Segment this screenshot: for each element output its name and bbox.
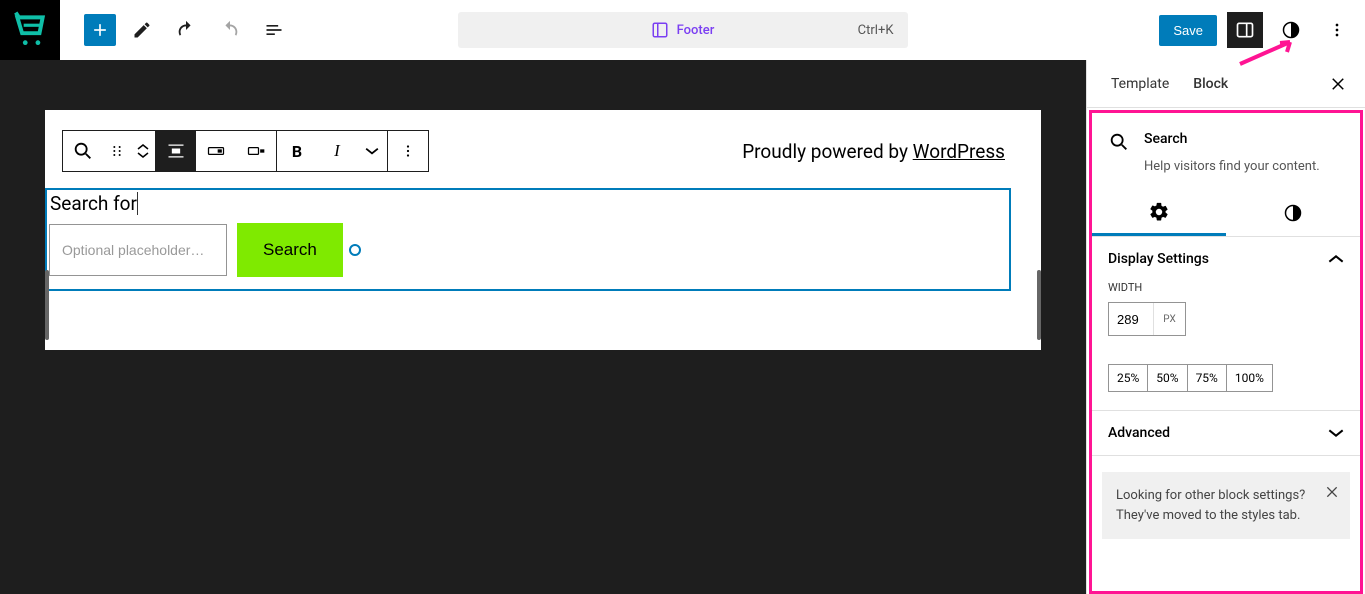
list-view-button[interactable] [256,12,292,48]
italic-icon: I [334,141,340,161]
search-icon [1108,131,1130,153]
bold-icon: B [292,142,302,161]
button-inside-icon [206,141,226,161]
options-button[interactable] [1319,12,1355,48]
width-input[interactable] [1109,303,1153,335]
notice-text: Looking for other block settings? They'v… [1116,488,1305,523]
drag-handle[interactable] [103,131,131,171]
chevron-down-icon [365,144,379,158]
tab-template[interactable]: Template [1099,60,1181,107]
width-resize-handle[interactable] [349,244,361,256]
search-block[interactable]: Search for Search [45,188,1011,291]
more-vertical-icon [399,142,417,160]
align-default-icon [166,141,186,161]
button-outside-icon [246,141,266,161]
subtab-styles[interactable] [1226,190,1360,236]
search-icon [72,140,94,162]
settings-sidebar: Template Block Search Help visitors find… [1086,60,1365,594]
redo-button[interactable] [212,12,248,48]
search-placeholder-input[interactable] [49,224,227,276]
toolbar-right: Save [1159,12,1355,48]
more-format-button[interactable] [357,131,387,171]
resize-handle-right[interactable] [1037,270,1041,340]
block-type-button[interactable] [63,131,103,171]
panel-advanced: Advanced [1092,411,1360,456]
save-button[interactable]: Save [1159,15,1217,46]
search-label-input[interactable]: Search for [49,192,138,215]
italic-button[interactable]: I [317,131,357,171]
add-block-button[interactable] [84,14,116,46]
chevron-up-icon [137,143,149,151]
page-content: B I Proudly powered by WordPress Search … [45,110,1041,350]
layout-icon [651,21,669,39]
chevron-down-icon [137,151,149,159]
pencil-icon [132,20,152,40]
panel-display-settings: Display Settings Width PX 25% 50% 75% 10… [1092,237,1360,411]
button-outside-button[interactable] [236,131,276,171]
block-description: Help visitors find your content. [1144,159,1344,174]
wordpress-link[interactable]: WordPress [913,140,1005,163]
panel-toggle-advanced[interactable]: Advanced [1092,411,1360,455]
search-submit-button[interactable]: Search [237,223,343,277]
tab-block[interactable]: Block [1181,60,1240,107]
preset-25[interactable]: 25% [1108,364,1148,392]
bold-button[interactable]: B [277,131,317,171]
cart-logo-icon [11,11,49,49]
undo-button[interactable] [168,12,204,48]
sidebar-icon [1235,20,1255,40]
notice-dismiss[interactable] [1324,484,1340,500]
plus-icon [90,20,110,40]
align-none-button[interactable] [156,131,196,171]
editor-canvas[interactable]: B I Proudly powered by WordPress Search … [0,60,1086,594]
block-info: Search Help visitors find your content. [1092,113,1360,190]
undo-icon [175,19,197,41]
chevron-down-icon [1328,425,1344,441]
settings-subtabs [1092,190,1360,237]
block-toolbar: B I [62,130,429,172]
panel-title-advanced: Advanced [1108,425,1328,441]
gear-icon [1148,201,1170,223]
block-options-button[interactable] [388,131,428,171]
more-vertical-icon [1327,20,1347,40]
panel-title-display: Display Settings [1108,251,1328,267]
panel-toggle-display[interactable]: Display Settings [1092,237,1360,281]
drag-icon [109,143,125,159]
redo-icon [219,19,241,41]
button-inside-button[interactable] [196,131,236,171]
shortcut-hint: Ctrl+K [858,23,894,38]
document-title: Footer [677,23,715,38]
powered-prefix: Proudly powered by [742,140,912,163]
width-label: Width [1108,281,1344,294]
resize-handle-left[interactable] [45,270,49,340]
close-sidebar-button[interactable] [1323,69,1353,99]
contrast-icon [1283,203,1303,223]
sidebar-tabs: Template Block [1087,60,1365,108]
styles-toggle[interactable] [1273,12,1309,48]
top-toolbar: Footer Ctrl+K Save [0,0,1365,60]
document-title-bar[interactable]: Footer Ctrl+K [458,12,908,48]
styles-notice: Looking for other block settings? They'v… [1102,472,1350,539]
subtab-settings[interactable] [1092,190,1226,236]
close-icon [1324,484,1340,500]
toolbar-left [84,12,292,48]
settings-sidebar-toggle[interactable] [1227,12,1263,48]
preset-100[interactable]: 100% [1227,364,1273,392]
close-icon [1329,75,1347,93]
tools-button[interactable] [124,12,160,48]
contrast-icon [1281,20,1301,40]
move-arrows[interactable] [131,131,155,171]
width-control: PX [1108,302,1186,336]
width-presets: 25% 50% 75% 100% [1108,364,1344,392]
preset-75[interactable]: 75% [1188,364,1227,392]
width-unit[interactable]: PX [1153,303,1185,335]
preset-50[interactable]: 50% [1148,364,1187,392]
block-name: Search [1144,131,1187,147]
powered-by-text: Proudly powered by WordPress [742,140,1005,163]
site-logo[interactable] [0,0,60,60]
chevron-up-icon [1328,251,1344,267]
list-icon [264,20,284,40]
